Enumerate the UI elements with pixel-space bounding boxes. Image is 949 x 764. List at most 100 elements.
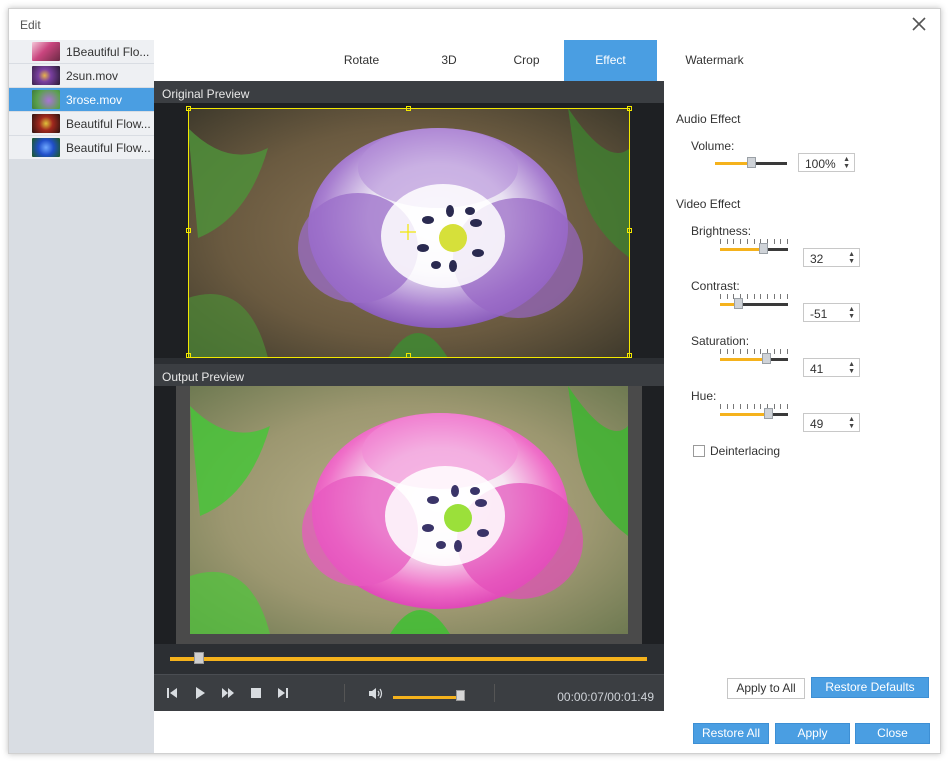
slider-handle[interactable]: [764, 408, 773, 419]
crop-handle[interactable]: [627, 228, 632, 233]
slider-handle[interactable]: [759, 243, 768, 254]
hue-spinbox[interactable]: 49 ▲ ▼: [803, 413, 860, 432]
crop-handle[interactable]: [406, 353, 411, 358]
saturation-label: Saturation:: [691, 334, 750, 348]
slider-track: [738, 303, 788, 306]
skip-start-icon[interactable]: [166, 687, 178, 699]
file-thumbnail: [32, 114, 60, 133]
file-item[interactable]: 1Beautiful Flo...: [9, 40, 154, 63]
saturation-slider[interactable]: [720, 353, 788, 364]
tab-3d[interactable]: 3D: [409, 40, 489, 81]
slider-handle[interactable]: [762, 353, 771, 364]
crosshair-icon: [400, 224, 416, 240]
audio-effect-title: Audio Effect: [676, 112, 741, 126]
file-name: Beautiful Flow...: [66, 117, 151, 131]
brightness-value: 32: [810, 252, 824, 266]
stop-icon[interactable]: [250, 687, 262, 699]
video-effect-title: Video Effect: [676, 197, 741, 211]
file-thumbnail: [32, 42, 60, 61]
apply-to-all-button[interactable]: Apply to All: [727, 678, 805, 699]
file-thumbnail: [32, 66, 60, 85]
title-bar: Edit: [9, 9, 940, 40]
file-list: 1Beautiful Flo... 2sun.mov 3rose.mov Bea…: [9, 40, 154, 753]
crop-handle[interactable]: [406, 106, 411, 111]
tab-effect[interactable]: Effect: [564, 40, 657, 81]
hue-label: Hue:: [691, 389, 717, 403]
crop-handle[interactable]: [186, 228, 191, 233]
tab-crop[interactable]: Crop: [489, 40, 564, 81]
spin-arrows-icon[interactable]: ▲ ▼: [848, 361, 855, 375]
file-item[interactable]: Beautiful Flow...: [9, 112, 154, 135]
volume-handle[interactable]: [456, 690, 465, 701]
close-button[interactable]: Close: [855, 723, 930, 744]
timecode: 00:00:07/00:01:49: [557, 690, 654, 704]
slider-track: [751, 162, 787, 165]
skip-end-icon[interactable]: [277, 687, 289, 699]
volume-label: Volume:: [691, 139, 735, 153]
saturation-value: 41: [810, 362, 824, 376]
output-video-frame: [176, 386, 642, 644]
file-name: 1Beautiful Flo...: [66, 45, 150, 59]
audio-volume-slider[interactable]: [715, 157, 787, 168]
output-preview-header: Output Preview: [154, 364, 664, 386]
dialog-footer: Restore All Apply Close: [154, 711, 940, 753]
slider-handle[interactable]: [747, 157, 756, 168]
file-name: 2sun.mov: [66, 69, 119, 83]
contrast-value: -51: [810, 307, 828, 321]
close-icon[interactable]: [910, 15, 928, 33]
file-item[interactable]: Beautiful Flow...: [9, 136, 154, 159]
tab-watermark[interactable]: Watermark: [657, 40, 772, 81]
window-title: Edit: [20, 18, 41, 32]
edit-dialog: Edit 1Beautiful Flo... 2sun.mov 3rose.mo…: [8, 8, 941, 754]
spin-arrows-icon[interactable]: ▲ ▼: [843, 156, 850, 170]
file-thumbnail: [32, 138, 60, 157]
original-preview-header: Original Preview: [154, 81, 664, 103]
spin-arrows-icon[interactable]: ▲ ▼: [848, 306, 855, 320]
file-thumbnail: [32, 90, 60, 109]
playback-controls: 00:00:07/00:01:49: [154, 674, 664, 711]
original-preview: [154, 103, 664, 358]
crop-handle[interactable]: [627, 353, 632, 358]
volume-spinbox[interactable]: 100% ▲ ▼: [798, 153, 855, 172]
slider-fill: [720, 413, 768, 416]
slider-fill: [720, 358, 766, 361]
restore-all-button[interactable]: Restore All: [693, 723, 769, 744]
preview-panel: Original Preview Output Preview 00:00:07…: [154, 81, 664, 711]
restore-defaults-button[interactable]: Restore Defaults: [811, 677, 929, 698]
effect-panel: Audio Effect Volume: 100% ▲ ▼ Video Effec…: [664, 81, 940, 711]
crop-handle[interactable]: [186, 353, 191, 358]
crop-handle[interactable]: [627, 106, 632, 111]
contrast-spinbox[interactable]: -51 ▲ ▼: [803, 303, 860, 322]
brightness-slider[interactable]: [720, 243, 788, 254]
divider: [494, 684, 495, 702]
deinterlacing-label: Deinterlacing: [710, 444, 781, 458]
slider-handle[interactable]: [734, 298, 743, 309]
apply-button[interactable]: Apply: [775, 723, 850, 744]
hue-value: 49: [810, 417, 824, 431]
contrast-label: Contrast:: [691, 279, 740, 293]
output-preview: [154, 386, 664, 644]
hue-slider[interactable]: [720, 408, 788, 419]
fast-forward-icon[interactable]: [221, 687, 235, 699]
deinterlacing-checkbox[interactable]: [693, 445, 705, 457]
contrast-slider[interactable]: [720, 298, 788, 309]
seek-handle[interactable]: [194, 652, 204, 664]
crop-handle[interactable]: [186, 106, 191, 111]
volume-icon[interactable]: [368, 687, 384, 700]
seek-bar[interactable]: [170, 657, 647, 661]
volume-slider[interactable]: [393, 696, 463, 699]
tab-rotate[interactable]: Rotate: [314, 40, 409, 81]
file-item[interactable]: 2sun.mov: [9, 64, 154, 87]
volume-value: 100%: [805, 157, 836, 171]
saturation-spinbox[interactable]: 41 ▲ ▼: [803, 358, 860, 377]
slider-fill: [720, 248, 763, 251]
brightness-label: Brightness:: [691, 224, 752, 238]
brightness-spinbox[interactable]: 32 ▲ ▼: [803, 248, 860, 267]
file-name: 3rose.mov: [66, 93, 123, 107]
spin-arrows-icon[interactable]: ▲ ▼: [848, 251, 855, 265]
spin-arrows-icon[interactable]: ▲ ▼: [848, 416, 855, 430]
file-item[interactable]: 3rose.mov: [9, 88, 154, 111]
file-name: Beautiful Flow...: [66, 141, 151, 155]
play-icon[interactable]: [194, 687, 206, 699]
tab-bar: Rotate 3D Crop Effect Watermark: [154, 40, 940, 81]
